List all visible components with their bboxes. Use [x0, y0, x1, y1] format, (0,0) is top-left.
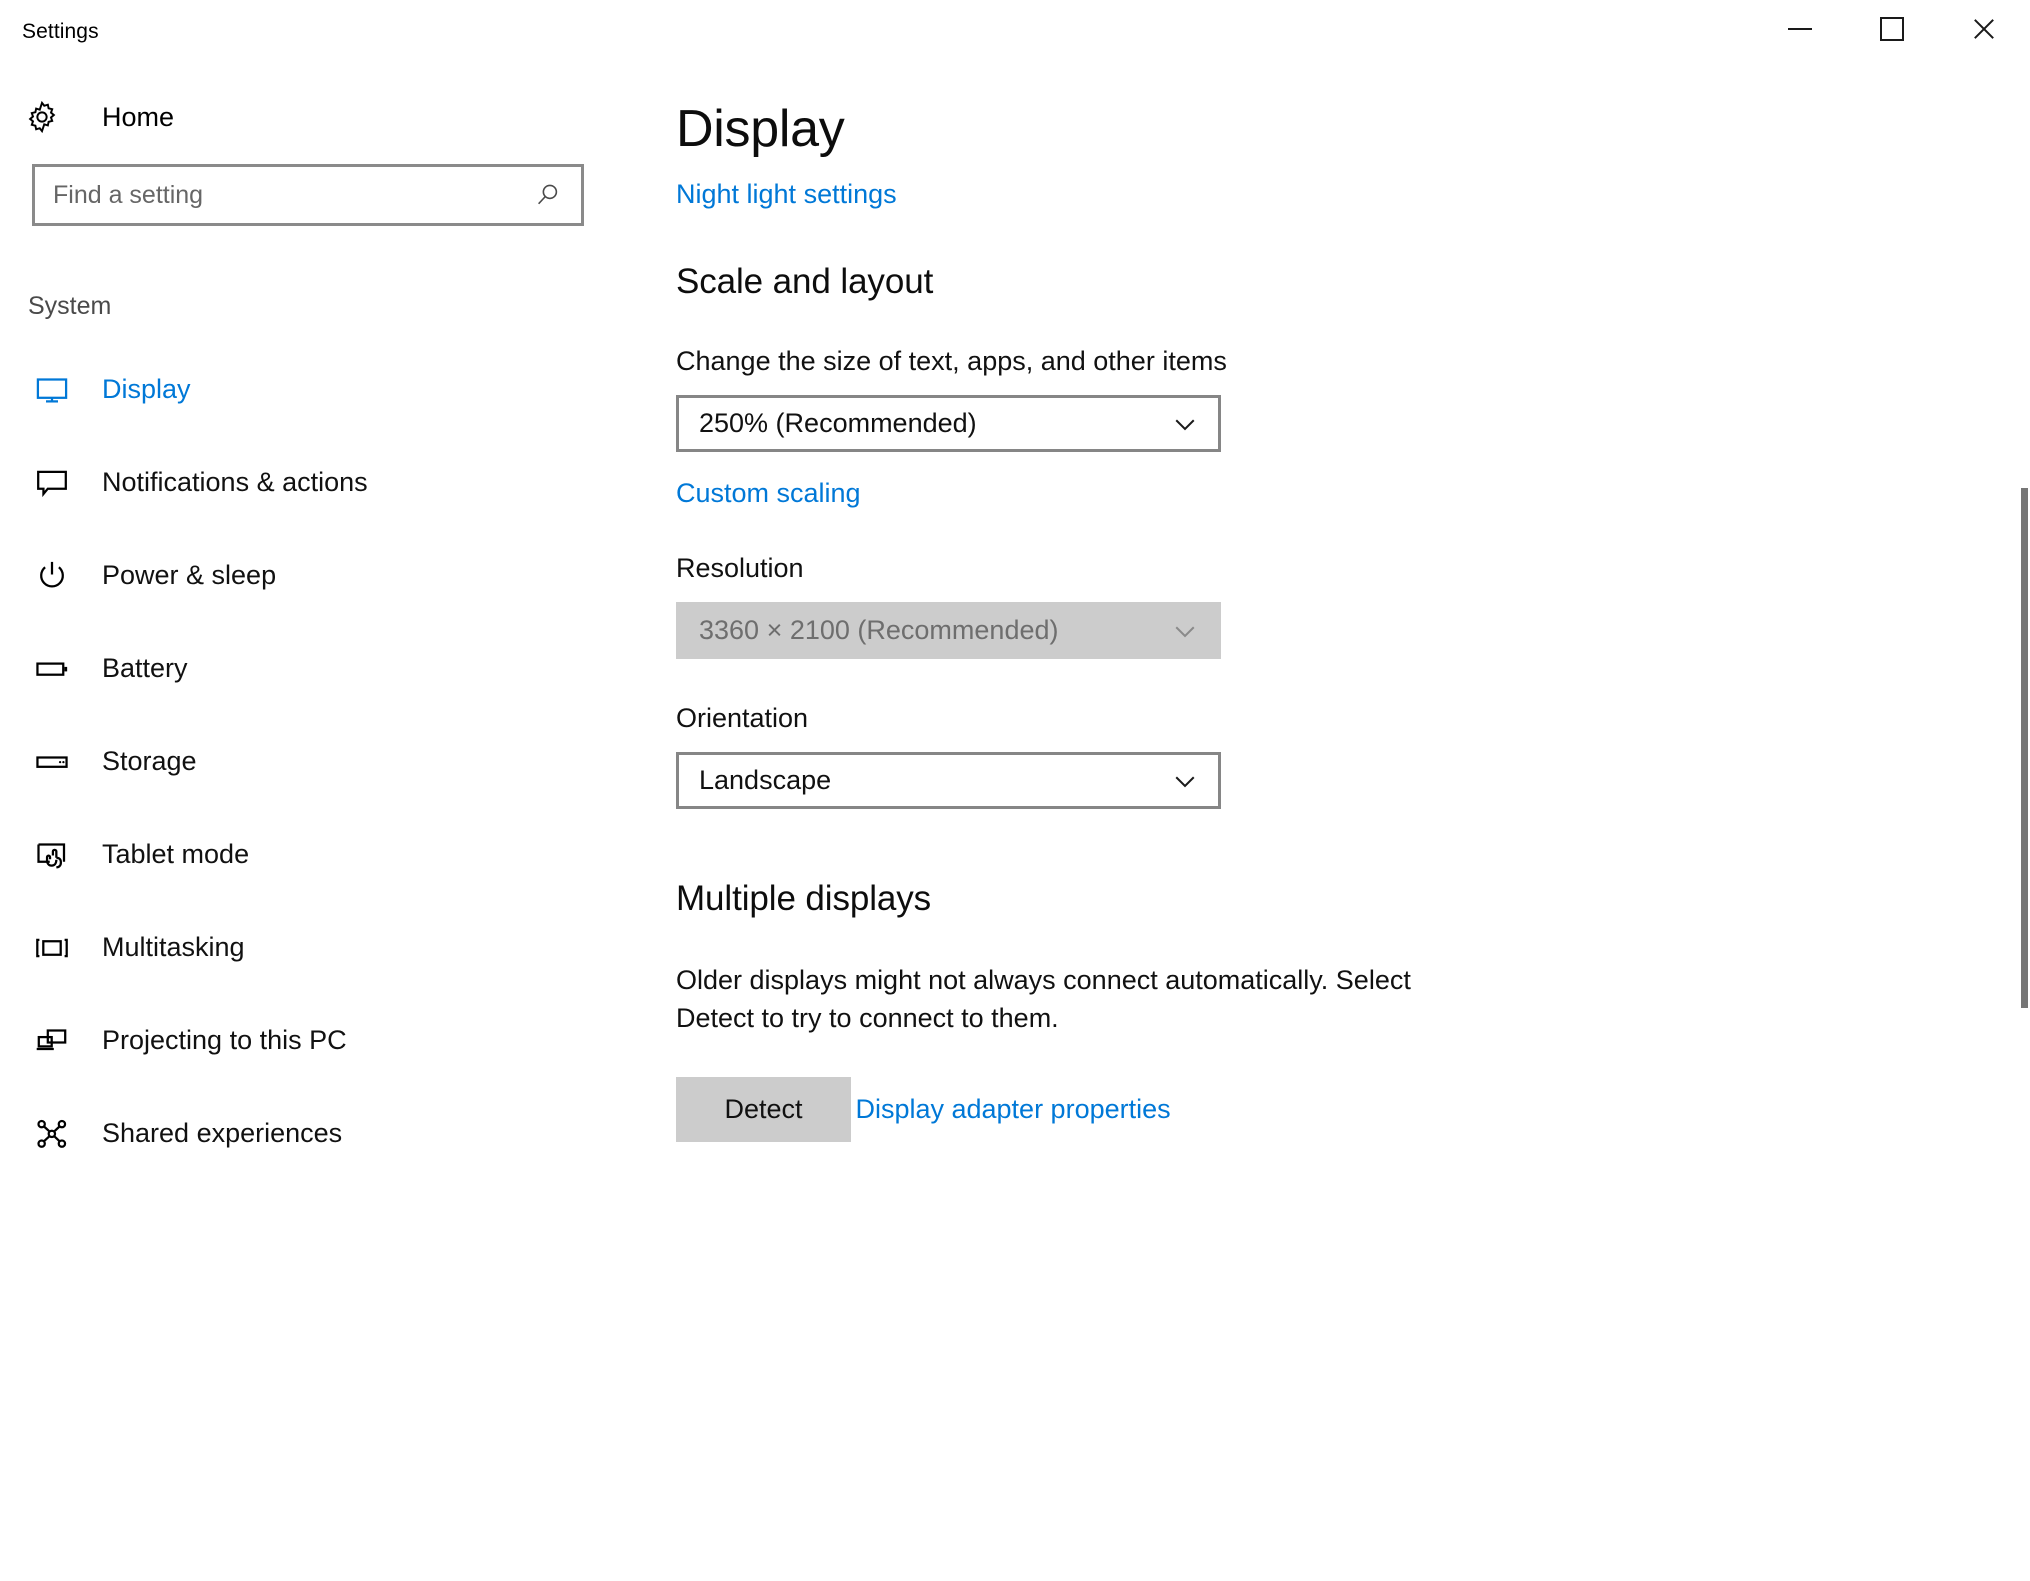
page-title: Display: [676, 100, 845, 158]
resolution-label: Resolution: [676, 553, 804, 583]
maximize-icon: [1880, 17, 1904, 41]
search-icon[interactable]: [531, 178, 565, 212]
sidebar-item-tablet-mode[interactable]: Tablet mode: [0, 808, 648, 901]
sidebar-item-battery-label: Battery: [102, 653, 188, 683]
orientation-dropdown[interactable]: Landscape: [676, 752, 1221, 809]
sidebar-item-display-label: Display: [102, 374, 191, 404]
sidebar-item-storage[interactable]: Storage: [0, 715, 648, 808]
drive-icon: [24, 744, 80, 780]
main-panel: Display Night light settings Scale and l…: [648, 58, 2030, 1581]
scrollbar[interactable]: [2018, 58, 2030, 1581]
sidebar-item-projecting-to-this-pc[interactable]: Projecting to this PC: [0, 994, 648, 1087]
sidebar-item-projecting-to-this-pc-label: Projecting to this PC: [102, 1025, 347, 1055]
sidebar-item-power-sleep[interactable]: Power & sleep: [0, 529, 648, 622]
sidebar-item-multitasking[interactable]: Multitasking: [0, 901, 648, 994]
multitasking-icon: [24, 930, 80, 966]
chevron-down-icon: [1168, 407, 1202, 441]
title-bar: Settings: [0, 0, 2030, 58]
window-controls: [1754, 0, 2030, 58]
sidebar-item-multitasking-label: Multitasking: [102, 932, 245, 962]
orientation-label: Orientation: [676, 703, 809, 733]
window-title: Settings: [22, 20, 99, 43]
display-adapter-properties-link[interactable]: Display adapter properties: [855, 1094, 1170, 1125]
gear-icon: [24, 99, 80, 135]
scale-dropdown[interactable]: 250% (Recommended): [676, 395, 1221, 452]
scale-label: Change the size of text, apps, and other…: [676, 346, 1227, 376]
custom-scaling-link[interactable]: Custom scaling: [676, 478, 861, 509]
detect-button[interactable]: Detect: [676, 1076, 851, 1142]
chevron-down-icon: [1168, 764, 1202, 798]
resolution-dropdown-value: 3360 × 2100 (Recommended): [699, 615, 1059, 645]
monitor-icon: [24, 372, 80, 408]
tablet-touch-icon: [24, 837, 80, 873]
sidebar-item-battery[interactable]: Battery: [0, 622, 648, 715]
sidebar-item-power-sleep-label: Power & sleep: [102, 560, 277, 590]
maximize-button[interactable]: [1846, 0, 1938, 58]
minimize-button[interactable]: [1754, 0, 1846, 58]
sidebar-item-storage-label: Storage: [102, 746, 197, 776]
close-icon: [1971, 16, 1997, 42]
projecting-icon: [24, 1023, 80, 1059]
close-button[interactable]: [1938, 0, 2030, 58]
sidebar-item-notifications-actions[interactable]: Notifications & actions: [0, 436, 648, 529]
sidebar-item-notifications-actions-label: Notifications & actions: [102, 467, 368, 497]
scrollbar-thumb[interactable]: [2021, 488, 2028, 1008]
window-body: Home System Displ: [0, 58, 2030, 1581]
minimize-icon: [1788, 28, 1812, 30]
sidebar-item-shared-experiences[interactable]: Shared experiences: [0, 1087, 648, 1180]
chevron-down-icon: [1168, 614, 1202, 648]
scale-and-layout-heading: Scale and layout: [676, 262, 934, 301]
sidebar-nav-list: Display Notifications & actions Power & …: [0, 343, 648, 1180]
speech-bubble-icon: [24, 465, 80, 501]
orientation-dropdown-value: Landscape: [699, 765, 832, 795]
sidebar-section-title: System: [28, 292, 112, 320]
share-nodes-icon: [24, 1116, 80, 1152]
night-light-settings-link[interactable]: Night light settings: [676, 179, 897, 210]
sidebar-item-tablet-mode-label: Tablet mode: [102, 839, 250, 869]
sidebar: Home System Displ: [0, 58, 648, 1581]
power-icon: [24, 558, 80, 594]
multiple-displays-heading: Multiple displays: [676, 879, 932, 918]
sidebar-item-home-label: Home: [102, 101, 175, 132]
scale-dropdown-value: 250% (Recommended): [699, 408, 977, 438]
sidebar-item-display[interactable]: Display: [0, 343, 648, 436]
search-input[interactable]: [53, 180, 531, 210]
sidebar-item-shared-experiences-label: Shared experiences: [102, 1118, 343, 1148]
sidebar-item-home[interactable]: Home: [0, 86, 648, 148]
battery-icon: [24, 651, 80, 687]
resolution-dropdown[interactable]: 3360 × 2100 (Recommended): [676, 602, 1221, 659]
search-box[interactable]: [32, 164, 584, 226]
multiple-displays-description: Older displays might not always connect …: [676, 965, 1411, 1034]
